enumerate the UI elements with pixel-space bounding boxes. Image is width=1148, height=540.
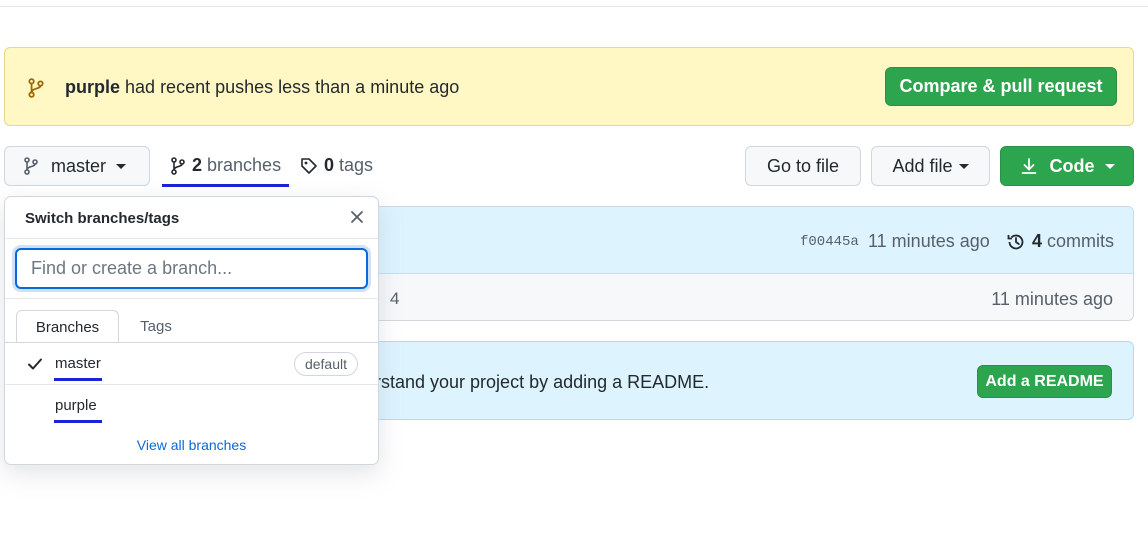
branch-item-purple[interactable]: purple bbox=[5, 385, 378, 427]
recent-push-message: purple had recent pushes less than a min… bbox=[65, 77, 459, 98]
add-readme-button[interactable]: Add a README bbox=[977, 365, 1112, 398]
history-icon bbox=[1007, 234, 1024, 249]
download-icon bbox=[1021, 158, 1036, 174]
tab-branches-label: Branches bbox=[35, 318, 100, 336]
default-badge: default bbox=[293, 352, 358, 376]
branch-name-underline bbox=[54, 420, 102, 423]
check-icon bbox=[28, 358, 42, 370]
file-commit-time: 11 minutes ago bbox=[991, 289, 1113, 309]
branches-count: 2 bbox=[192, 155, 203, 175]
dropdown-divider bbox=[5, 298, 378, 299]
header-divider bbox=[0, 6, 1148, 7]
branch-search-input[interactable] bbox=[15, 248, 368, 289]
git-branch-icon bbox=[24, 157, 38, 175]
branches-link[interactable]: 2 branches bbox=[170, 155, 281, 176]
go-to-file-label: Go to file bbox=[766, 155, 840, 176]
git-branch-icon bbox=[28, 78, 44, 98]
branch-name-underline bbox=[54, 378, 102, 381]
commit-sha[interactable]: f00445a bbox=[800, 234, 859, 250]
tags-link[interactable]: 0 tags bbox=[300, 155, 373, 176]
add-file-label: Add file bbox=[892, 155, 953, 176]
tab-tags[interactable]: Tags bbox=[121, 310, 191, 343]
tags-label: tags bbox=[339, 155, 374, 175]
close-icon[interactable] bbox=[348, 208, 366, 226]
view-all-branches-link[interactable]: View all branches bbox=[5, 437, 378, 453]
code-label: Code bbox=[1049, 155, 1095, 176]
branches-link-underline bbox=[162, 184, 289, 187]
readme-prompt-text: rstand your project by adding a README. bbox=[375, 372, 710, 392]
commits-count: 4 bbox=[1032, 231, 1043, 251]
chevron-down-icon bbox=[958, 163, 969, 169]
chevron-down-icon bbox=[1104, 163, 1115, 169]
code-button[interactable]: Code bbox=[1000, 146, 1134, 186]
git-branch-icon bbox=[171, 156, 185, 175]
branch-name: purple bbox=[55, 397, 97, 414]
pushed-branch-name[interactable]: purple bbox=[65, 77, 120, 97]
tags-count: 0 bbox=[324, 155, 335, 175]
go-to-file-button[interactable]: Go to file bbox=[745, 146, 861, 186]
dropdown-header: Switch branches/tags bbox=[5, 197, 378, 239]
tag-icon bbox=[301, 157, 317, 174]
branch-name: master bbox=[55, 355, 101, 372]
commits-link[interactable]: 4 commits bbox=[1006, 231, 1114, 252]
commits-label: commits bbox=[1047, 231, 1115, 251]
tab-branches[interactable]: Branches bbox=[16, 310, 119, 343]
push-message-text: had recent pushes less than a minute ago bbox=[125, 77, 460, 97]
current-branch-label: master bbox=[51, 155, 107, 176]
recent-push-banner: purple had recent pushes less than a min… bbox=[4, 47, 1134, 126]
add-file-button[interactable]: Add file bbox=[871, 146, 990, 186]
branch-select-button[interactable]: master bbox=[4, 146, 150, 186]
commit-time: 11 minutes ago bbox=[868, 231, 990, 251]
branches-label: branches bbox=[207, 155, 282, 175]
compare-pull-request-button[interactable]: Compare & pull request bbox=[885, 67, 1117, 106]
chevron-down-icon bbox=[116, 163, 127, 169]
dropdown-title: Switch branches/tags bbox=[25, 210, 180, 227]
branch-item-master[interactable]: master default bbox=[5, 343, 378, 385]
file-commit-message[interactable]: 4 bbox=[390, 289, 399, 309]
branch-switcher-dropdown: Switch branches/tags Branches Tags maste… bbox=[4, 196, 379, 465]
tab-tags-label: Tags bbox=[140, 318, 172, 335]
